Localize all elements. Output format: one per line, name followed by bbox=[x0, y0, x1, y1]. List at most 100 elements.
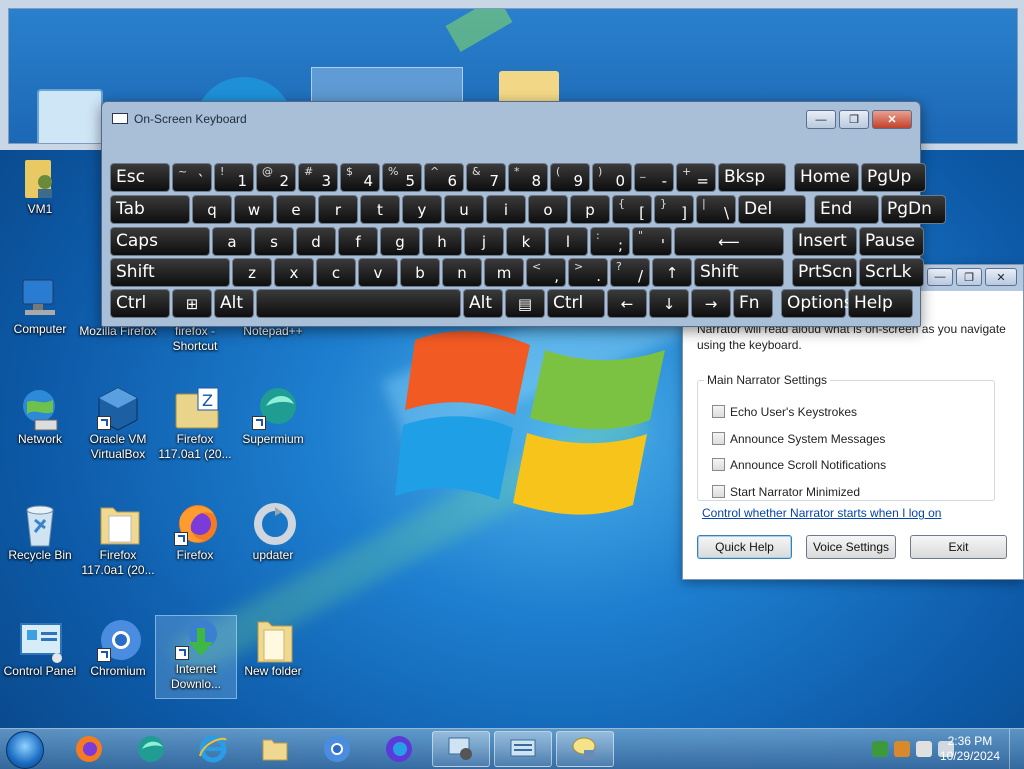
key-4[interactable]: $4 bbox=[340, 163, 380, 192]
key-symbol[interactable]: <, bbox=[526, 258, 566, 287]
close-button[interactable]: ✕ bbox=[872, 110, 912, 129]
key-bksp[interactable]: Bksp bbox=[718, 163, 786, 192]
key-del[interactable]: Del bbox=[738, 195, 806, 224]
quick-help-button[interactable]: Quick Help bbox=[697, 535, 792, 559]
narrator-startup-link[interactable]: Control whether Narrator starts when I l… bbox=[702, 506, 941, 520]
key-help[interactable]: Help bbox=[848, 289, 913, 318]
key-ctrl[interactable]: Ctrl bbox=[110, 289, 170, 318]
key-shift[interactable]: Shift bbox=[694, 258, 784, 287]
key-symbol[interactable]: → bbox=[691, 289, 731, 318]
key-tab[interactable]: Tab bbox=[110, 195, 190, 224]
clock[interactable]: 2:36 PM 10/29/2024 bbox=[940, 734, 1000, 764]
key-symbol[interactable]: ? / bbox=[610, 258, 650, 287]
desktop-icon-oracle-virtualbox[interactable]: Oracle VM VirtualBox bbox=[78, 386, 158, 462]
key-u[interactable]: u bbox=[444, 195, 484, 224]
key-f[interactable]: f bbox=[338, 227, 378, 256]
restore-button[interactable]: ❐ bbox=[839, 110, 869, 129]
search-tray-icon[interactable] bbox=[894, 741, 910, 757]
desktop-icon-recycle-bin[interactable]: Recycle Bin bbox=[0, 502, 80, 563]
key-insert[interactable]: Insert bbox=[792, 227, 857, 256]
key-symbol[interactable]: ↓ bbox=[649, 289, 689, 318]
checkbox-announce-system-messages[interactable]: Announce System Messages bbox=[712, 432, 885, 446]
key-1[interactable]: ! 1 bbox=[214, 163, 254, 192]
desktop-icon-new-folder[interactable]: New folder bbox=[233, 618, 313, 679]
minimize-button[interactable]: — bbox=[927, 268, 953, 286]
key-symbol[interactable]: }] bbox=[654, 195, 694, 224]
taskbar-chromium[interactable] bbox=[308, 731, 366, 767]
taskbar-internet-explorer[interactable] bbox=[184, 731, 242, 767]
taskbar-narrator[interactable] bbox=[432, 731, 490, 767]
restore-button[interactable]: ❐ bbox=[956, 268, 982, 286]
desktop-icon-firefox[interactable]: Firefox bbox=[155, 502, 235, 563]
key-fn[interactable]: Fn bbox=[733, 289, 773, 318]
desktop-icon-control-panel[interactable]: Control Panel bbox=[0, 618, 80, 679]
key-i[interactable]: i bbox=[486, 195, 526, 224]
key-symbol[interactable]: ▤ bbox=[505, 289, 545, 318]
key-alt[interactable]: Alt bbox=[463, 289, 503, 318]
key-caps[interactable]: Caps bbox=[110, 227, 210, 256]
taskbar-firefox[interactable] bbox=[60, 731, 118, 767]
key-b[interactable]: b bbox=[400, 258, 440, 287]
key-r[interactable]: r bbox=[318, 195, 358, 224]
key-5[interactable]: % 5 bbox=[382, 163, 422, 192]
key-d[interactable]: d bbox=[296, 227, 336, 256]
key-g[interactable]: g bbox=[380, 227, 420, 256]
desktop-icon-network[interactable]: Network bbox=[0, 386, 80, 447]
desktop-icon-vm1[interactable]: VM1 bbox=[0, 156, 80, 217]
key-m[interactable]: m bbox=[484, 258, 524, 287]
key-q[interactable]: q bbox=[192, 195, 232, 224]
key-symbol[interactable]: ⊞ bbox=[172, 289, 212, 318]
key-6[interactable]: ^ 6 bbox=[424, 163, 464, 192]
taskbar-firefox-nightly[interactable] bbox=[370, 731, 428, 767]
key-c[interactable]: c bbox=[316, 258, 356, 287]
desktop-icon-updater[interactable]: updater bbox=[233, 502, 313, 563]
key-ctrl[interactable]: Ctrl bbox=[547, 289, 605, 318]
key-z[interactable]: z bbox=[232, 258, 272, 287]
key-x[interactable]: x bbox=[274, 258, 314, 287]
taskbar-supermium[interactable] bbox=[122, 731, 180, 767]
key-symbol[interactable]: ⟵ bbox=[674, 227, 784, 256]
voice-settings-button[interactable]: Voice Settings bbox=[806, 535, 896, 559]
key-h[interactable]: h bbox=[422, 227, 462, 256]
checkbox-box[interactable] bbox=[712, 432, 725, 445]
desktop-icon-internet-download-manager[interactable]: Internet Downlo... bbox=[155, 615, 237, 699]
key-prtscn[interactable]: PrtScn bbox=[792, 258, 857, 287]
checkbox-box[interactable] bbox=[712, 458, 725, 471]
minimize-button[interactable]: — bbox=[806, 110, 836, 129]
on-screen-keyboard-window[interactable]: On-Screen Keyboard — ❐ ✕ Esc ~ `! 1 @2 #3 $4% 5… bbox=[101, 101, 946, 327]
key-l[interactable]: l bbox=[548, 227, 588, 256]
key-s[interactable]: s bbox=[254, 227, 294, 256]
key-shift[interactable]: Shift bbox=[110, 258, 230, 287]
key-esc[interactable]: Esc bbox=[110, 163, 170, 192]
taskbar-on-screen-keyboard[interactable] bbox=[494, 731, 552, 767]
network-tray-icon[interactable] bbox=[872, 741, 888, 757]
exit-button[interactable]: Exit bbox=[910, 535, 1007, 559]
key-7[interactable]: & 7 bbox=[466, 163, 506, 192]
key-j[interactable]: j bbox=[464, 227, 504, 256]
key-t[interactable]: t bbox=[360, 195, 400, 224]
key-symbol[interactable]: :; bbox=[590, 227, 630, 256]
taskbar-help[interactable] bbox=[556, 731, 614, 767]
key-3[interactable]: #3 bbox=[298, 163, 338, 192]
key-y[interactable]: y bbox=[402, 195, 442, 224]
key-symbol[interactable]: ~ ` bbox=[172, 163, 212, 192]
key-9[interactable]: (9 bbox=[550, 163, 590, 192]
desktop-icon-firefox-folder[interactable]: Firefox 117.0a1 (20... bbox=[78, 502, 158, 578]
desktop-icon-computer[interactable]: Computer bbox=[0, 276, 80, 337]
checkbox-box[interactable] bbox=[712, 405, 725, 418]
key-k[interactable]: k bbox=[506, 227, 546, 256]
desktop-icon-firefox-archive[interactable]: Z Firefox 117.0a1 (20... bbox=[155, 386, 235, 462]
key-p[interactable]: p bbox=[570, 195, 610, 224]
start-button[interactable] bbox=[6, 731, 44, 769]
key-symbol[interactable]: " ' bbox=[632, 227, 672, 256]
key-symbol[interactable]: >. bbox=[568, 258, 608, 287]
key-alt[interactable]: Alt bbox=[214, 289, 254, 318]
key-home[interactable]: Home bbox=[794, 163, 859, 192]
show-desktop-button[interactable] bbox=[1009, 729, 1024, 769]
checkbox-echo-keystrokes[interactable]: Echo User's Keystrokes bbox=[712, 405, 857, 419]
key-symbol[interactable]: + = bbox=[676, 163, 716, 192]
key-symbol[interactable]: {[ bbox=[612, 195, 652, 224]
key-symbol[interactable]: _ - bbox=[634, 163, 674, 192]
key-e[interactable]: e bbox=[276, 195, 316, 224]
key-o[interactable]: o bbox=[528, 195, 568, 224]
